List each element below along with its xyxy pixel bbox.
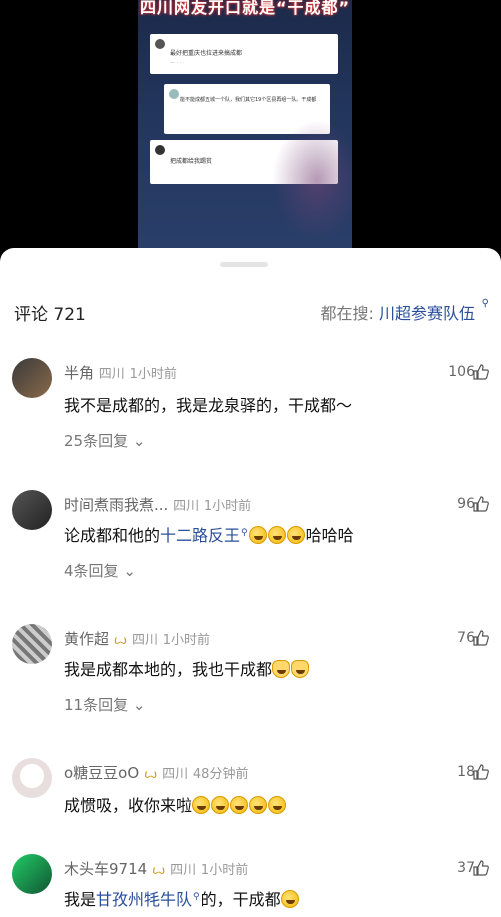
user-location: 四川 (170, 863, 197, 878)
search-prefix: 都在搜: (320, 304, 379, 323)
comment-time: 48分钟前 (192, 767, 249, 782)
thumbs-up-icon[interactable] (473, 630, 489, 646)
comment-item: 时间煮雨我煮... 四川 1小时前 论成都和他的十二路反王⚲ 哈哈哈 4条回复 ⌄… (0, 486, 501, 616)
fan-badge-icon: ꙍ (113, 633, 128, 648)
fan-badge-icon: ꙍ (143, 767, 158, 782)
laugh-emoji-icon (248, 526, 267, 544)
username[interactable]: 时间煮雨我煮... (64, 496, 168, 514)
hashtag-link[interactable]: 甘孜州牦牛队 (96, 890, 192, 909)
comment-count: 评论 721 (14, 305, 86, 325)
avatar[interactable] (12, 758, 52, 798)
user-location: 四川 (98, 367, 125, 382)
avatar (169, 89, 179, 99)
comment-text: 我不是成都的，我是龙泉驿的，干成都～ (64, 396, 353, 415)
cat-emoji-icon (272, 660, 291, 678)
laugh-emoji-icon (211, 796, 230, 814)
username[interactable]: o糖豆豆oO (64, 764, 139, 782)
embedded-comment-card: 把成都给我踢贫 (150, 140, 338, 184)
search-icon: ⚲ (193, 892, 200, 902)
search-icon: ⚲ (241, 528, 248, 538)
video-frame: 四川网友开口就是“干成都” 最好把重庆也拉进来搞成都 — · · · 能不能成都… (138, 0, 352, 262)
chevron-down-icon: ⌄ (132, 432, 146, 450)
search-icon: ⚲ (481, 298, 489, 309)
user-location: 四川 (162, 767, 189, 782)
like-count: 106 (448, 364, 475, 380)
search-topic-link[interactable]: 川超参赛队伍 (379, 304, 475, 323)
laugh-emoji-icon (249, 796, 268, 814)
username[interactable]: 黄作超 (64, 630, 109, 648)
comment-meta: 木头车9714 ꙍ 四川 1小时前 (64, 858, 248, 879)
avatar[interactable] (12, 490, 52, 530)
comment-meta: 半角 四川 1小时前 (64, 362, 177, 383)
thumbs-up-icon[interactable] (473, 860, 489, 876)
avatar[interactable] (12, 854, 52, 894)
embedded-comment-text: 把成都给我踢贫 (170, 158, 213, 165)
chevron-down-icon: ⌄ (132, 696, 146, 714)
comment-time: 1小时前 (200, 863, 249, 878)
comment-text: 我是成都本地的，我也干成都 (64, 656, 310, 680)
comment-time: 1小时前 (162, 633, 211, 648)
comment-item: 黄作超 ꙍ 四川 1小时前 我是成都本地的，我也干成都 11条回复 ⌄ 76 (0, 620, 501, 750)
avatar[interactable] (12, 624, 52, 664)
comment-item: 半角 四川 1小时前 我不是成都的，我是龙泉驿的，干成都～ 25条回复 ⌄ 10… (0, 352, 501, 482)
expand-replies-button[interactable]: 11条回复 ⌄ (64, 694, 145, 715)
thumbs-up-icon[interactable] (473, 764, 489, 780)
comment-meta: 黄作超 ꙍ 四川 1小时前 (64, 628, 210, 649)
comment-meta: 时间煮雨我煮... 四川 1小时前 (64, 494, 251, 515)
avatar[interactable] (12, 358, 52, 398)
laugh-emoji-icon (268, 796, 287, 814)
fan-badge-icon: ꙍ (151, 863, 166, 878)
user-location: 四川 (173, 499, 200, 514)
comment-time: 1小时前 (129, 367, 177, 382)
laugh-emoji-icon (280, 890, 299, 908)
laugh-emoji-icon (267, 526, 286, 544)
cat-emoji-icon (291, 660, 310, 678)
video-player[interactable]: 四川网友开口就是“干成都” 最好把重庆也拉进来搞成都 — · · · 能不能成都… (0, 0, 501, 262)
thumbs-up-icon[interactable] (473, 364, 489, 380)
avatar (155, 145, 165, 155)
comment-text: 论成都和他的十二路反王⚲ 哈哈哈 (64, 526, 354, 545)
expand-replies-button[interactable]: 4条回复 ⌄ (64, 560, 136, 581)
laugh-emoji-icon (230, 796, 249, 814)
comment-item: 木头车9714 ꙍ 四川 1小时前 我是甘孜州牦牛队⚲的，干成都 37 (0, 850, 501, 917)
comment-header: 评论 721 都在搜: 川超参赛队伍 ⚲ (0, 296, 501, 328)
comment-time: 1小时前 (203, 499, 252, 514)
username[interactable]: 半角 (64, 364, 94, 382)
embedded-comment-text: 最好把重庆也拉进来搞成都 (170, 50, 243, 57)
drag-handle[interactable] (220, 262, 268, 267)
comment-text: 我是甘孜州牦牛队⚲的，干成都 (64, 886, 300, 910)
comment-item: o糖豆豆oO ꙍ 四川 48分钟前 成惯吸，收你来啦 18 (0, 754, 501, 854)
expand-replies-button[interactable]: 25条回复 ⌄ (64, 430, 145, 451)
avatar (155, 39, 165, 49)
laugh-emoji-icon (192, 796, 211, 814)
embedded-comment-card: 最好把重庆也拉进来搞成都 — · · · (150, 34, 338, 74)
embedded-comment-text: 能不能成都五城一个队，我们其它19个区县再组一队。干成都 (180, 97, 317, 103)
comment-meta: o糖豆豆oO ꙍ 四川 48分钟前 (64, 762, 248, 783)
thumbs-up-icon[interactable] (473, 496, 489, 512)
hashtag-link[interactable]: 十二路反王 (160, 526, 240, 545)
comment-sheet: 评论 721 都在搜: 川超参赛队伍 ⚲ 半角 四川 1小时前 我不是成都的，我… (0, 248, 501, 917)
comment-text: 成惯吸，收你来啦 (64, 792, 287, 816)
laugh-emoji-icon (286, 526, 305, 544)
trending-search[interactable]: 都在搜: 川超参赛队伍 ⚲ (320, 298, 490, 324)
embedded-comment-card: 能不能成都五城一个队，我们其它19个区县再组一队。干成都 (164, 84, 330, 134)
username[interactable]: 木头车9714 (64, 860, 147, 878)
video-title: 四川网友开口就是“干成都” (139, 0, 351, 17)
user-location: 四川 (131, 633, 158, 648)
chevron-down-icon: ⌄ (123, 562, 136, 580)
